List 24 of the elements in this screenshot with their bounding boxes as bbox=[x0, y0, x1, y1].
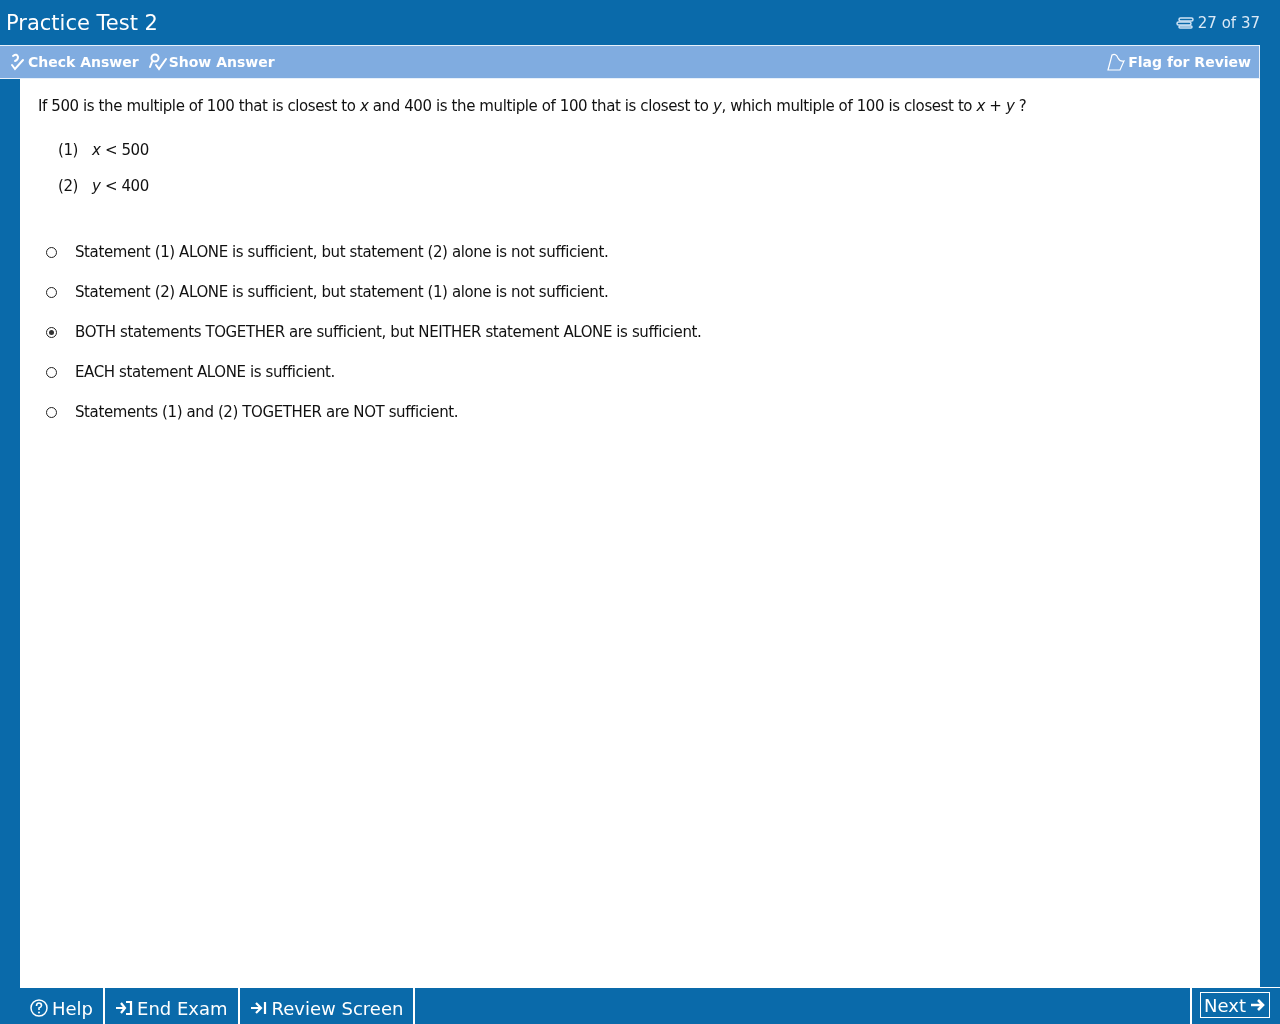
question-check-icon bbox=[10, 53, 26, 71]
statement-text: x < 500 bbox=[92, 141, 149, 159]
next-button[interactable]: Next bbox=[1200, 992, 1270, 1018]
help-icon bbox=[30, 999, 48, 1017]
choice-label[interactable]: EACH statement ALONE is sufficient. bbox=[75, 363, 335, 381]
footer-button[interactable]: Help bbox=[20, 988, 106, 1024]
question-counter: 27 of 37 bbox=[1197, 13, 1260, 32]
choice-label[interactable]: Statements (1) and (2) TOGETHER are NOT sufficient. bbox=[75, 403, 459, 421]
choice-label[interactable]: Statement (1) ALONE is sufficient, but statement (2) alone is not sufficient. bbox=[75, 243, 609, 261]
question-text: If 500 is the multiple of 100 that is closest to x and 400 is the multiple of 100 that is closest to y, which multiple of 100 is closest to x + y ? bbox=[38, 97, 1028, 115]
choice-label[interactable]: Statement (2) ALONE is sufficient, but statement (1) alone is not sufficient. bbox=[75, 283, 609, 301]
exit-icon bbox=[115, 1000, 134, 1016]
footer-button[interactable]: Review Screen bbox=[239, 988, 416, 1024]
arrow-bar-icon bbox=[249, 1000, 268, 1016]
flag-icon bbox=[1106, 53, 1127, 71]
choice-label[interactable]: BOTH statements TOGETHER are sufficient, but NEITHER statement ALONE is sufficient. bbox=[75, 323, 702, 341]
statement-number: (1) bbox=[58, 141, 79, 159]
stack-icon bbox=[1175, 16, 1194, 29]
statement-text: y < 400 bbox=[92, 177, 149, 195]
window-title: Practice Test 2 bbox=[6, 10, 158, 35]
statement-number: (2) bbox=[58, 177, 79, 195]
person-check-icon bbox=[148, 53, 167, 71]
arrow-right-icon bbox=[1250, 997, 1266, 1013]
footer-button[interactable]: End Exam bbox=[105, 988, 240, 1024]
